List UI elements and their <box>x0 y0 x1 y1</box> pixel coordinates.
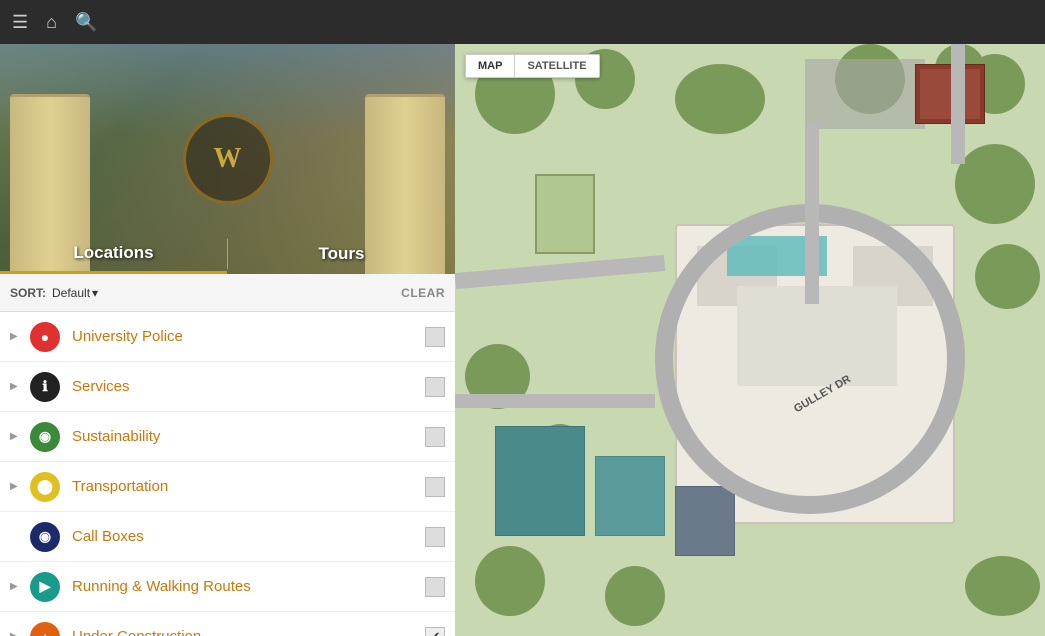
list-item-services[interactable]: ▶ ℹ Services <box>0 362 455 412</box>
main-layout: W Locations Tours SORT: Default ▾ CLEAR <box>0 44 1045 636</box>
sort-dropdown[interactable]: Default ▾ <box>52 286 98 300</box>
sort-bar: SORT: Default ▾ CLEAR <box>0 274 455 312</box>
list-item-transportation[interactable]: ▶ ⬤ Transportation <box>0 462 455 512</box>
checkbox-under-construction[interactable]: ✔ <box>425 627 445 636</box>
category-label-transportation: Transportation <box>72 478 425 495</box>
road-vertical-right <box>951 44 965 164</box>
category-icon-sustainability: ◉ <box>30 422 60 452</box>
building-gray <box>675 486 735 556</box>
tree-cluster <box>975 244 1040 309</box>
parking-lot <box>805 59 925 129</box>
tab-locations[interactable]: Locations <box>0 234 227 274</box>
tree-cluster <box>475 546 545 616</box>
sort-value: Default <box>52 286 90 300</box>
category-icon-under-construction: ▲ <box>30 622 60 636</box>
map-toggle-map[interactable]: MAP <box>466 55 515 77</box>
checkbox-call-boxes[interactable] <box>425 527 445 547</box>
checkbox-sustainability[interactable] <box>425 427 445 447</box>
chevron-icon: ▶ <box>10 481 22 492</box>
hero-logo: W <box>183 114 273 204</box>
map-area: MAP SATELLITE <box>455 44 1045 636</box>
home-icon[interactable]: ⌂ <box>46 12 57 33</box>
list-item-university-police[interactable]: ▶ ● University Police <box>0 312 455 362</box>
search-icon[interactable]: 🔍 <box>75 12 97 33</box>
map-toggle-satellite[interactable]: SATELLITE <box>515 55 598 77</box>
chevron-icon: ▶ <box>10 631 22 636</box>
building-teal-2 <box>595 456 665 536</box>
road-horizontal <box>455 255 665 289</box>
checkbox-running-walking[interactable] <box>425 577 445 597</box>
chevron-icon: ▶ <box>10 381 22 392</box>
hero-logo-text: W <box>214 143 242 175</box>
category-label-under-construction: Under Construction <box>72 628 425 636</box>
category-label-call-boxes: Call Boxes <box>72 528 425 545</box>
chevron-icon: ▶ <box>10 331 22 342</box>
map-background: GULLEY DR <box>455 44 1045 636</box>
tree-cluster <box>675 64 765 134</box>
list-item-running-walking[interactable]: ▶ ▶ Running & Walking Routes <box>0 562 455 612</box>
category-icon-university-police: ● <box>30 322 60 352</box>
category-label-university-police: University Police <box>72 328 425 345</box>
road-vertical <box>805 124 819 304</box>
list-area: ▶ ● University Police ▶ ℹ Services ▶ ◉ Sustainab… <box>0 312 455 636</box>
building-red-inner <box>920 69 980 119</box>
building-teal <box>495 426 585 536</box>
category-label-sustainability: Sustainability <box>72 428 425 445</box>
category-icon-running-walking: ▶ <box>30 572 60 602</box>
navbar: ☰ ⌂ 🔍 <box>0 0 1045 44</box>
list-item-call-boxes[interactable]: ◉ Call Boxes <box>0 512 455 562</box>
tree-cluster <box>955 144 1035 224</box>
tab-tours[interactable]: Tours <box>228 234 455 274</box>
checkbox-services[interactable] <box>425 377 445 397</box>
map-toggle: MAP SATELLITE <box>465 54 600 78</box>
list-item-sustainability[interactable]: ▶ ◉ Sustainability <box>0 412 455 462</box>
category-icon-services: ℹ <box>30 372 60 402</box>
chevron-icon: ▶ <box>10 581 22 592</box>
left-panel: W Locations Tours SORT: Default ▾ CLEAR <box>0 44 455 636</box>
category-icon-transportation: ⬤ <box>30 472 60 502</box>
hero: W Locations Tours <box>0 44 455 274</box>
checkbox-transportation[interactable] <box>425 477 445 497</box>
chevron-down-icon: ▾ <box>92 286 98 300</box>
hero-tabs: Locations Tours <box>0 234 455 274</box>
category-label-services: Services <box>72 378 425 395</box>
chevron-icon: ▶ <box>10 431 22 442</box>
checkbox-university-police[interactable] <box>425 327 445 347</box>
road-left <box>455 394 655 408</box>
category-label-running-walking: Running & Walking Routes <box>72 578 425 595</box>
field-rectangle <box>535 174 595 254</box>
category-icon-call-boxes: ◉ <box>30 522 60 552</box>
tree-cluster <box>605 566 665 626</box>
list-item-under-construction[interactable]: ▶ ▲ Under Construction✔ <box>0 612 455 636</box>
tree-cluster <box>965 556 1040 616</box>
clear-button[interactable]: CLEAR <box>401 286 445 300</box>
sort-label: SORT: <box>10 286 46 300</box>
menu-icon[interactable]: ☰ <box>12 12 28 33</box>
